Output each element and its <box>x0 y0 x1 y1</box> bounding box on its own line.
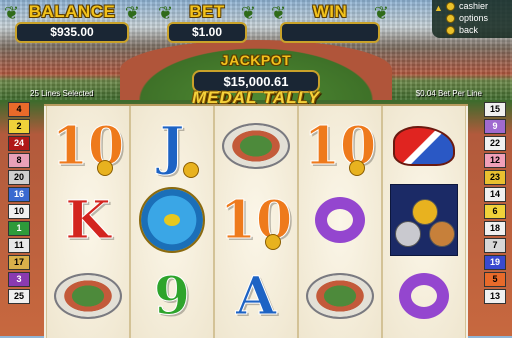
payline-button[interactable]: 1 <box>8 221 30 236</box>
payline-column-right: 15 9 22 12 23 14 6 18 7 19 5 13 <box>474 100 506 306</box>
payline-button[interactable]: 5 <box>484 272 506 287</box>
bet-value: $1.00 <box>167 22 247 43</box>
lines-selected-text: 25 Lines Selected <box>30 89 94 98</box>
laurel-icon: ❦ <box>124 3 140 23</box>
payline-button[interactable]: 2 <box>8 119 30 134</box>
stadium-icon <box>54 273 122 319</box>
medals-icon <box>390 184 458 256</box>
bronze-medal-icon <box>429 221 455 247</box>
reel-4: 10 <box>298 106 382 338</box>
symbol-medals <box>383 184 465 256</box>
payline-button[interactable]: 15 <box>484 102 506 117</box>
payline-button[interactable]: 8 <box>8 153 30 168</box>
reel-3: 10 A <box>214 106 298 338</box>
gold-dot-icon <box>446 1 455 11</box>
cashier-menu: ▲ cashier options back <box>432 0 512 38</box>
back-label: back <box>459 25 479 35</box>
symbol-stadium <box>299 260 381 332</box>
balance-label: BALANCE <box>28 2 116 21</box>
symbol-ten: 10 <box>219 189 293 251</box>
payline-button[interactable]: 20 <box>8 170 30 185</box>
reel-5 <box>382 106 466 338</box>
payline-button[interactable]: 22 <box>484 136 506 151</box>
cashier-button[interactable]: cashier <box>432 0 512 12</box>
symbol-stadium <box>47 260 129 332</box>
payline-button[interactable]: 9 <box>484 119 506 134</box>
arrow-up-icon: ▲ <box>434 3 443 13</box>
options-label: options <box>459 13 489 23</box>
silver-medal-icon <box>395 221 421 247</box>
cashier-label: cashier <box>459 1 489 11</box>
payline-button[interactable]: 23 <box>484 170 506 185</box>
symbol-ten: 10 <box>51 115 125 177</box>
bet-label: BET <box>189 2 225 21</box>
win-label: WIN <box>312 2 348 21</box>
payline-button[interactable]: 17 <box>8 255 30 270</box>
symbol-swimmer <box>131 184 213 256</box>
payline-button[interactable]: 18 <box>484 221 506 236</box>
payline-button[interactable]: 16 <box>8 187 30 202</box>
payline-button[interactable]: 14 <box>484 187 506 202</box>
symbol-queen <box>299 184 381 256</box>
payline-button[interactable]: 25 <box>8 289 30 304</box>
payline-button[interactable]: 12 <box>484 153 506 168</box>
stadium-icon <box>222 123 290 169</box>
reel-1: 10 K <box>46 106 130 338</box>
jackpot-panel: JACKPOT $15,000.61 <box>188 50 324 93</box>
swimmer-icon <box>139 187 205 253</box>
symbol-queen <box>383 260 465 332</box>
shoe-icon <box>393 126 455 166</box>
payline-button[interactable]: 19 <box>484 255 506 270</box>
laurel-icon: ❦ <box>4 3 20 23</box>
payline-button[interactable]: 6 <box>484 204 506 219</box>
symbol-shoe <box>383 110 465 182</box>
laurel-icon: ❦ <box>373 3 389 23</box>
queen-ring-icon <box>399 273 449 319</box>
coin-icon <box>349 160 365 176</box>
symbol-ten: 10 <box>303 115 377 177</box>
laurel-icon: ❦ <box>158 3 174 23</box>
queen-ring-icon <box>315 197 365 243</box>
gold-dot-icon <box>446 13 455 23</box>
payline-button[interactable]: 11 <box>8 238 30 253</box>
bet-panel: ❦ BET $1.00 ❦ <box>158 2 256 43</box>
jackpot-label: JACKPOT <box>220 52 292 68</box>
payline-button[interactable]: 24 <box>8 136 30 151</box>
gold-medal-icon <box>412 199 438 225</box>
laurel-icon: ❦ <box>271 3 287 23</box>
bet-per-line-text: $0.04 Bet Per Line <box>415 89 482 98</box>
gold-dot-icon <box>446 25 455 35</box>
balance-panel: ❦ BALANCE $935.00 ❦ <box>4 2 140 43</box>
stadium-icon <box>306 273 374 319</box>
win-panel: ❦ WIN ❦ <box>271 2 389 43</box>
coin-icon <box>265 234 281 250</box>
symbol-nine: 9 <box>153 265 191 327</box>
symbol-jack: J <box>131 110 213 182</box>
reels-area: 10 K J 9 10 A 10 <box>44 104 468 338</box>
payline-button[interactable]: 4 <box>8 102 30 117</box>
coin-icon <box>97 160 113 176</box>
back-button[interactable]: back <box>432 24 512 36</box>
coin-icon <box>183 162 199 178</box>
payline-button[interactable]: 7 <box>484 238 506 253</box>
reel-2: J 9 <box>130 106 214 338</box>
payline-button[interactable]: 3 <box>8 272 30 287</box>
win-value <box>280 22 380 43</box>
payline-column-left: 4 2 24 8 20 16 10 1 11 17 3 25 <box>8 100 38 306</box>
symbol-king: K <box>65 189 111 251</box>
balance-value: $935.00 <box>15 22 129 43</box>
symbol-stadium <box>215 110 297 182</box>
payline-button[interactable]: 13 <box>484 289 506 304</box>
payline-button[interactable]: 10 <box>8 204 30 219</box>
symbol-ace: A <box>235 265 277 327</box>
options-button[interactable]: options <box>432 12 512 24</box>
laurel-icon: ❦ <box>240 3 256 23</box>
